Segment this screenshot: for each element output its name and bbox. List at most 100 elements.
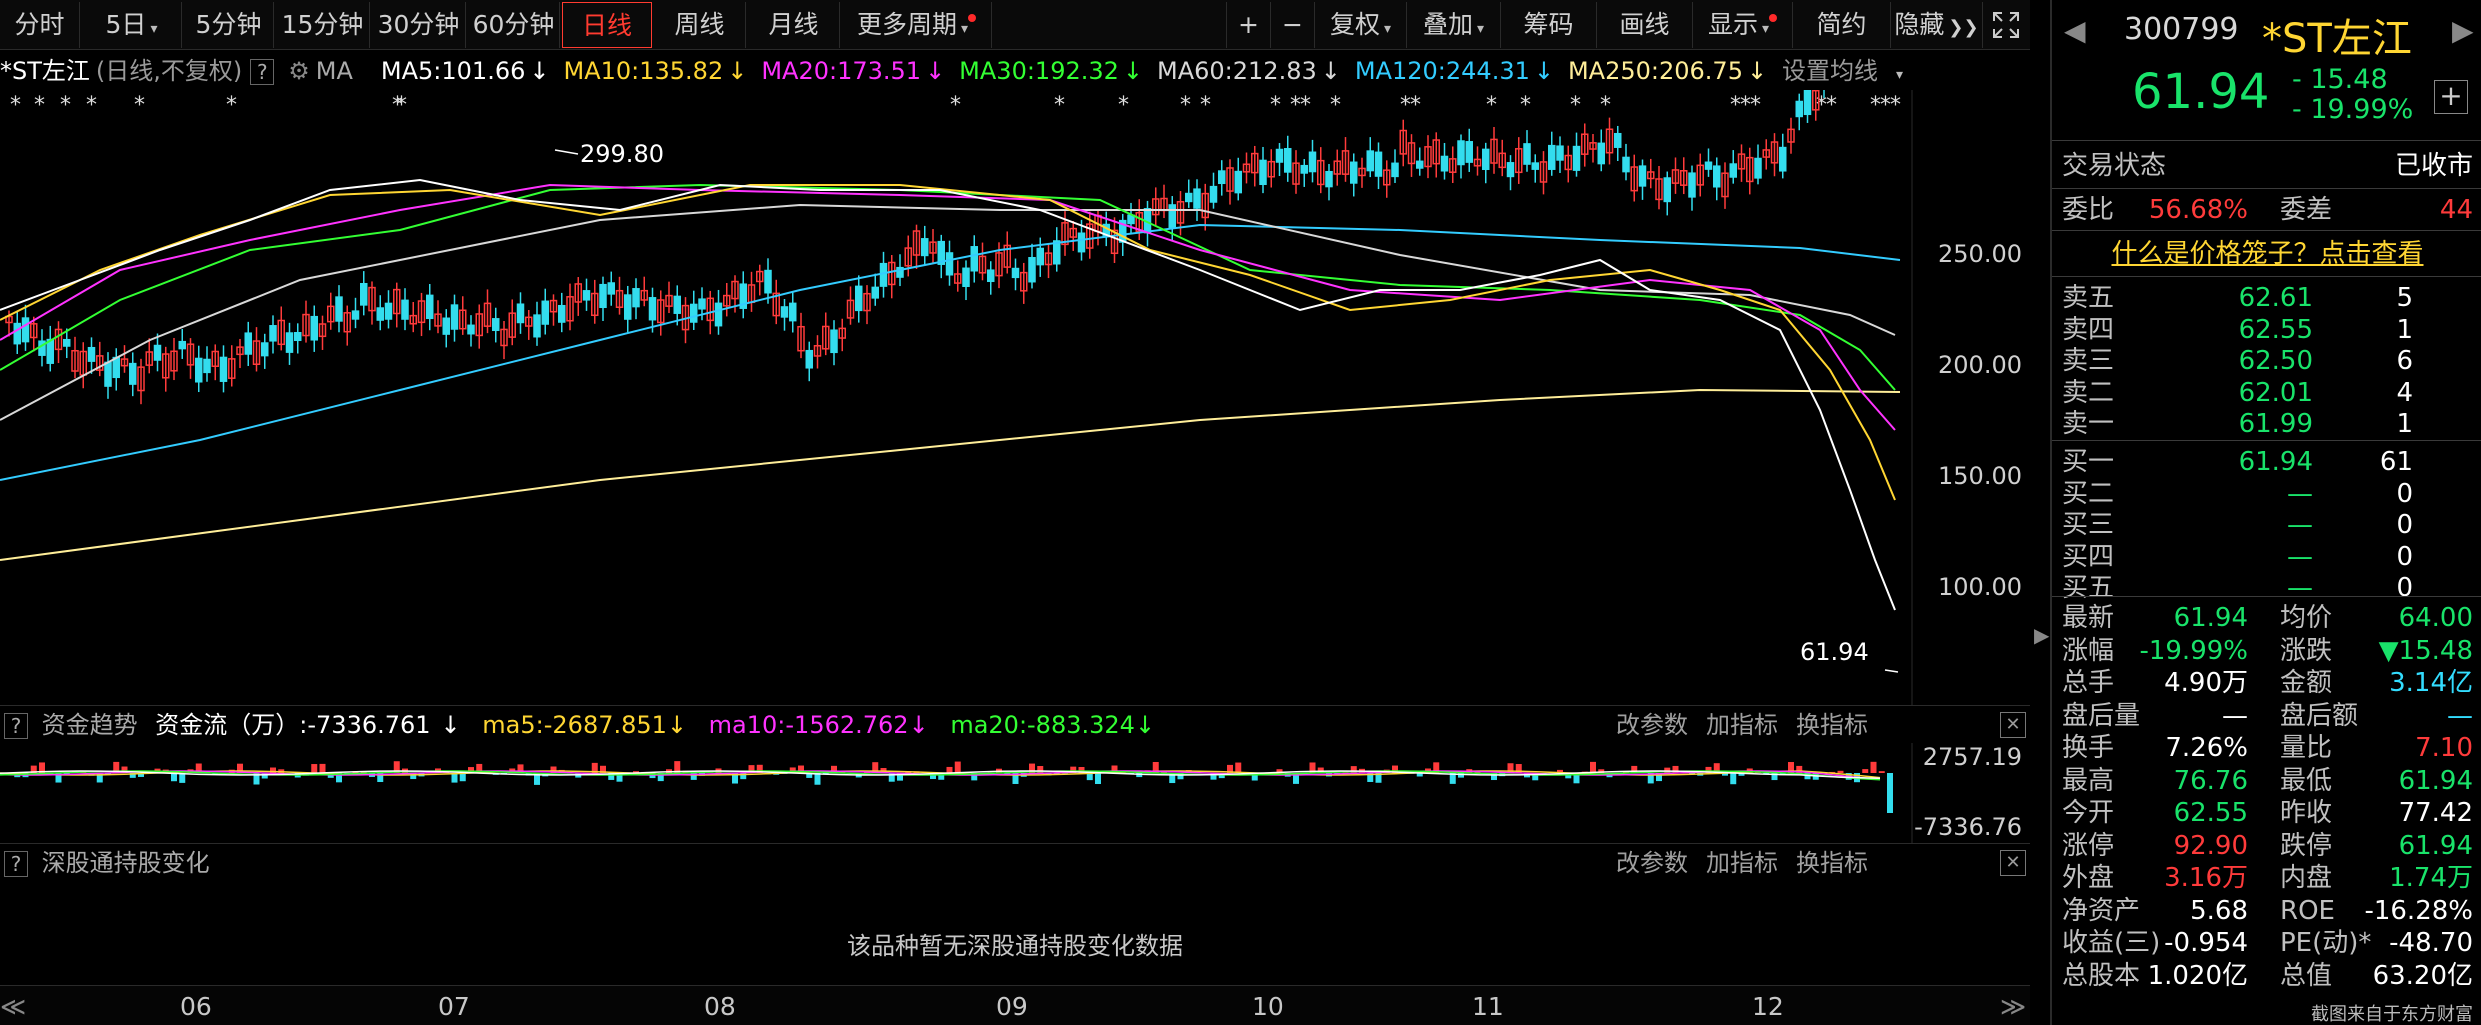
candle[interactable] — [1284, 148, 1292, 173]
kline-chart[interactable]: * * * * * * * * * * * * * * * * * * * * * * * * * * * * * * * 250.00 2… — [0, 0, 2030, 705]
flow-bar[interactable] — [946, 766, 953, 773]
zoom-out-button[interactable]: − — [1270, 2, 1314, 48]
candle[interactable] — [1275, 148, 1284, 163]
candle[interactable] — [541, 300, 549, 325]
event-marker[interactable]: * — [1410, 93, 1421, 118]
tab-monthly[interactable]: 月线 — [748, 2, 840, 48]
flow-bar[interactable] — [311, 764, 318, 773]
candle[interactable] — [1465, 141, 1473, 163]
event-marker[interactable]: * — [1200, 93, 1211, 118]
candle[interactable] — [1614, 132, 1622, 148]
price-cage-link[interactable]: 什么是价格笼子？点击查看 — [2052, 238, 2481, 270]
candle[interactable] — [426, 294, 434, 320]
flow-bar[interactable] — [1590, 761, 1596, 773]
candle[interactable] — [1350, 161, 1358, 184]
candle[interactable] — [178, 340, 186, 350]
candle[interactable] — [195, 357, 203, 383]
event-marker[interactable]: * — [34, 93, 45, 118]
candle[interactable] — [1440, 155, 1449, 172]
candle[interactable] — [1688, 172, 1696, 198]
flow-bar[interactable] — [1235, 762, 1242, 773]
candle[interactable] — [467, 324, 475, 335]
add-indicator-button[interactable]: 加指标 — [1706, 706, 1778, 744]
display-button[interactable]: 显示 ▾ — [1692, 2, 1792, 48]
candle[interactable] — [690, 303, 698, 323]
candle[interactable] — [492, 318, 500, 332]
candle[interactable] — [1234, 170, 1242, 194]
candle[interactable] — [558, 304, 566, 323]
candle[interactable] — [921, 238, 929, 257]
scroll-left-icon[interactable]: ≪ — [0, 992, 26, 1021]
switch-indicator-button[interactable]: 换指标 — [1796, 706, 1868, 744]
candle[interactable] — [1713, 165, 1721, 188]
candle[interactable] — [1754, 157, 1762, 179]
event-marker[interactable]: * — [1750, 93, 1761, 118]
chips-button[interactable]: 筹码 — [1500, 2, 1596, 48]
candle[interactable] — [1416, 160, 1424, 169]
flow-bar[interactable] — [1887, 773, 1893, 813]
candle[interactable] — [1506, 162, 1515, 178]
candle[interactable] — [450, 304, 459, 330]
close-icon[interactable]: ✕ — [2000, 850, 2026, 876]
close-icon[interactable]: ✕ — [2000, 712, 2026, 738]
candle[interactable] — [294, 332, 302, 342]
candle[interactable] — [1729, 163, 1737, 178]
candle[interactable] — [1185, 192, 1193, 203]
flow-bar[interactable] — [1862, 769, 1869, 773]
tab-60min[interactable]: 60分钟 — [468, 2, 560, 48]
candle[interactable] — [962, 267, 970, 288]
event-marker[interactable]: * — [1300, 93, 1311, 118]
candle[interactable] — [310, 315, 318, 341]
candle[interactable] — [1077, 232, 1086, 253]
fuquan-button[interactable]: 复权 ▾ — [1314, 2, 1406, 48]
candle[interactable] — [533, 314, 541, 338]
gear-icon[interactable]: ⚙ — [288, 57, 310, 85]
event-marker[interactable]: * — [1600, 93, 1611, 118]
candle[interactable] — [13, 322, 21, 345]
candle[interactable] — [1663, 177, 1671, 203]
event-marker[interactable]: * — [950, 93, 961, 118]
candle[interactable] — [1803, 89, 1812, 116]
candle[interactable] — [1556, 145, 1564, 161]
event-marker[interactable]: * — [134, 93, 145, 118]
prev-stock-icon[interactable]: ◀ — [2064, 14, 2086, 47]
event-marker[interactable]: * — [226, 93, 237, 118]
event-marker[interactable]: * — [1890, 93, 1901, 118]
event-marker[interactable]: * — [1180, 93, 1191, 118]
help-button[interactable]: ? — [250, 59, 275, 85]
tab-daily[interactable]: 日线 — [562, 2, 652, 48]
candle[interactable] — [1548, 144, 1556, 170]
candle[interactable] — [855, 285, 863, 312]
candle[interactable] — [401, 299, 409, 320]
candle[interactable] — [219, 356, 228, 382]
candle[interactable] — [1325, 170, 1333, 188]
candle[interactable] — [1193, 188, 1201, 209]
candle[interactable] — [1168, 204, 1176, 229]
flow-bar[interactable] — [1730, 773, 1737, 785]
candle[interactable] — [1597, 142, 1605, 165]
event-marker[interactable]: * — [396, 93, 407, 118]
candle[interactable] — [1300, 164, 1308, 174]
candle[interactable] — [1622, 156, 1630, 173]
candle[interactable] — [87, 346, 96, 362]
candle[interactable] — [112, 356, 120, 379]
candle[interactable] — [335, 296, 343, 322]
candle[interactable] — [244, 332, 252, 355]
flow-chart[interactable]: 2757.19 -7336.76 — [0, 743, 2030, 843]
tab-intraday[interactable]: 分时 — [0, 2, 80, 48]
candle[interactable] — [1457, 140, 1465, 166]
candle[interactable] — [879, 262, 888, 287]
candle[interactable] — [599, 283, 607, 309]
candle[interactable] — [805, 349, 813, 369]
switch-indicator-button[interactable]: 换指标 — [1796, 844, 1868, 882]
candle[interactable] — [945, 252, 954, 276]
tab-5day[interactable]: 5日 ▾ — [82, 2, 182, 48]
candle[interactable] — [871, 286, 879, 299]
event-marker[interactable]: * — [10, 93, 21, 118]
candle[interactable] — [1209, 185, 1218, 203]
flow-bar[interactable] — [171, 773, 177, 782]
flow-bar[interactable] — [319, 763, 326, 773]
candle[interactable] — [442, 317, 450, 335]
event-marker[interactable]: * — [86, 93, 97, 118]
event-marker[interactable]: * — [1486, 93, 1497, 118]
